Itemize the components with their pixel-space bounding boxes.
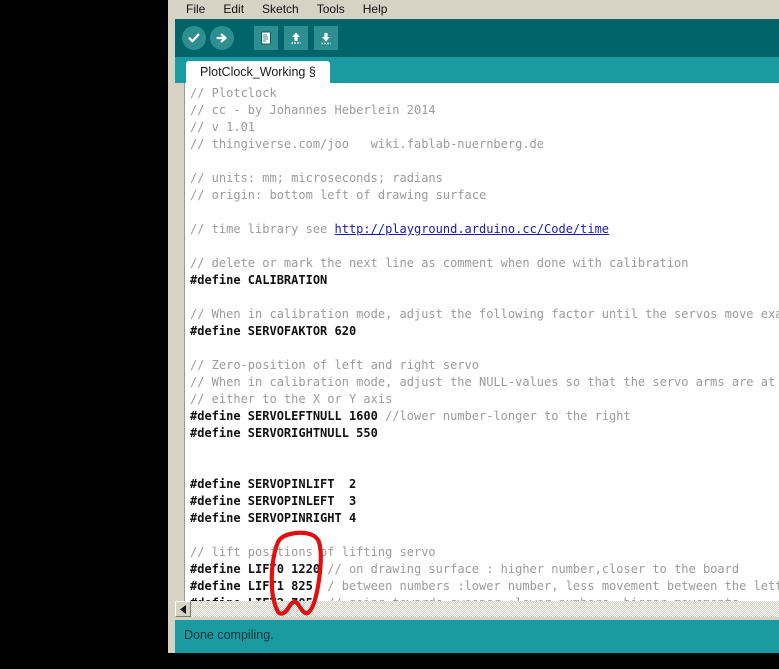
toolbar xyxy=(175,19,779,57)
code-directive: #define SERVOPINLEFT 3 xyxy=(190,494,357,508)
menu-item-sketch[interactable]: Sketch xyxy=(253,0,308,19)
code-line: #define SERVOPINLIFT 2 xyxy=(190,476,779,493)
tab-plotclock-working[interactable]: PlotClock_Working § xyxy=(186,61,330,83)
code-comment: // units: mm; microseconds; radians xyxy=(190,171,443,185)
code-comment: // When in calibration mode, adjust the … xyxy=(190,375,779,389)
checkmark-icon xyxy=(188,33,200,43)
menu-item-edit[interactable]: Edit xyxy=(214,0,253,19)
code-directive: #define SERVOPINRIGHT 4 xyxy=(190,511,357,525)
save-button[interactable] xyxy=(314,26,338,50)
code-line: // origin: bottom left of drawing surfac… xyxy=(190,187,779,204)
scroll-left-button[interactable] xyxy=(175,601,191,617)
code-comment: // Plotclock xyxy=(190,86,277,100)
code-directive: #define SERVOLEFTNULL 1600 xyxy=(190,409,386,423)
code-line: #define CALIBRATION xyxy=(190,272,779,289)
horizontal-scrollbar[interactable] xyxy=(175,601,779,617)
code-line: // When in calibration mode, adjust the … xyxy=(190,306,779,323)
open-button[interactable] xyxy=(284,26,308,50)
code-comment: // on drawing surface : higher number,cl… xyxy=(327,562,740,576)
code-comment: // lift positions of lifting servo xyxy=(190,545,436,559)
code-line: // thingiverse.com/joo wiki.fablab-nuern… xyxy=(190,136,779,153)
code-line: // Zero-position of left and right servo xyxy=(190,357,779,374)
code-comment: // v 1.01 xyxy=(190,120,256,134)
code-comment: // origin: bottom left of drawing surfac… xyxy=(190,188,487,202)
code-line: #define SERVOLEFTNULL 1600 //lower numbe… xyxy=(190,408,779,425)
code-line: #define SERVOPINRIGHT 4 xyxy=(190,510,779,527)
menu-item-tools[interactable]: Tools xyxy=(308,0,354,19)
arduino-ide-window: File Edit Sketch Tools Help PlotClock_Wo… xyxy=(168,0,779,669)
verify-button[interactable] xyxy=(182,26,206,50)
upload-button[interactable] xyxy=(210,26,234,50)
code-comment: // Zero-position of left and right servo xyxy=(190,358,479,372)
screen: File Edit Sketch Tools Help PlotClock_Wo… xyxy=(0,0,779,669)
code-line: // cc - by Johannes Heberlein 2014 xyxy=(190,102,779,119)
triangle-left-icon xyxy=(179,604,186,614)
code-line: // When in calibration mode, adjust the … xyxy=(190,374,779,391)
code-line: // units: mm; microseconds; radians xyxy=(190,170,779,187)
code-directive: #define SERVOFAKTOR 620 xyxy=(190,324,357,338)
editor-gutter xyxy=(175,83,185,601)
code-hyperlink[interactable]: http://playground.arduino.cc/Code/time xyxy=(335,222,610,236)
code-line: #define SERVOPINLEFT 3 xyxy=(190,493,779,510)
bottom-edge xyxy=(168,653,779,669)
code-comment: // thingiverse.com/joo wiki.fablab-nuern… xyxy=(190,137,545,151)
code-line: #define SERVOFAKTOR 620 xyxy=(190,323,779,340)
arrow-up-icon xyxy=(291,32,301,44)
code-line: // time library see http://playground.ar… xyxy=(190,221,779,238)
code-editor[interactable]: // Plotclock // cc - by Johannes Heberlei… xyxy=(175,83,779,601)
arrow-down-icon xyxy=(321,33,331,45)
status-message: Done compiling. xyxy=(184,628,274,642)
status-bar: Done compiling. xyxy=(175,620,779,653)
code-directive: #define LIFT1 825 xyxy=(190,579,328,593)
code-comment: //lower number-longer to the right xyxy=(385,409,631,423)
new-button[interactable] xyxy=(254,26,278,50)
code-line: // lift positions of lifting servo xyxy=(190,544,779,561)
arrow-right-icon xyxy=(216,33,227,43)
menu-item-help[interactable]: Help xyxy=(354,0,397,19)
code-content: // Plotclock // cc - by Johannes Heberlei… xyxy=(190,85,779,601)
code-directive: #define SERVORIGHTNULL 550 xyxy=(190,426,378,440)
menu-bar: File Edit Sketch Tools Help xyxy=(168,0,779,19)
code-directive: #define SERVOPINLIFT 2 xyxy=(190,477,357,491)
tab-bar: PlotClock_Working § xyxy=(175,57,779,83)
code-line: // v 1.01 xyxy=(190,119,779,136)
code-line: // Plotclock xyxy=(190,85,779,102)
code-comment: / between numbers :lower number, less mo… xyxy=(327,579,779,593)
code-line: // delete or mark the next line as comme… xyxy=(190,255,779,272)
new-file-icon xyxy=(261,31,271,45)
code-line: #define LIFT0 1220 // on drawing surface… xyxy=(190,561,779,578)
desktop-background xyxy=(0,0,168,669)
code-line: // either to the X or Y axis xyxy=(190,391,779,408)
code-line: #define LIFT1 825 / between numbers :low… xyxy=(190,578,779,595)
code-comment: // cc - by Johannes Heberlein 2014 xyxy=(190,103,436,117)
code-line: #define SERVORIGHTNULL 550 xyxy=(190,425,779,442)
code-comment: // time library see xyxy=(190,222,335,236)
code-directive: #define CALIBRATION xyxy=(190,273,328,287)
code-comment: // delete or mark the next line as comme… xyxy=(190,256,689,270)
scrollbar-track[interactable] xyxy=(191,601,779,617)
code-directive: #define LIFT0 1220 xyxy=(190,562,328,576)
code-comment: // either to the X or Y axis xyxy=(190,392,393,406)
menu-item-file[interactable]: File xyxy=(177,0,214,19)
code-comment: // When in calibration mode, adjust the … xyxy=(190,307,779,321)
